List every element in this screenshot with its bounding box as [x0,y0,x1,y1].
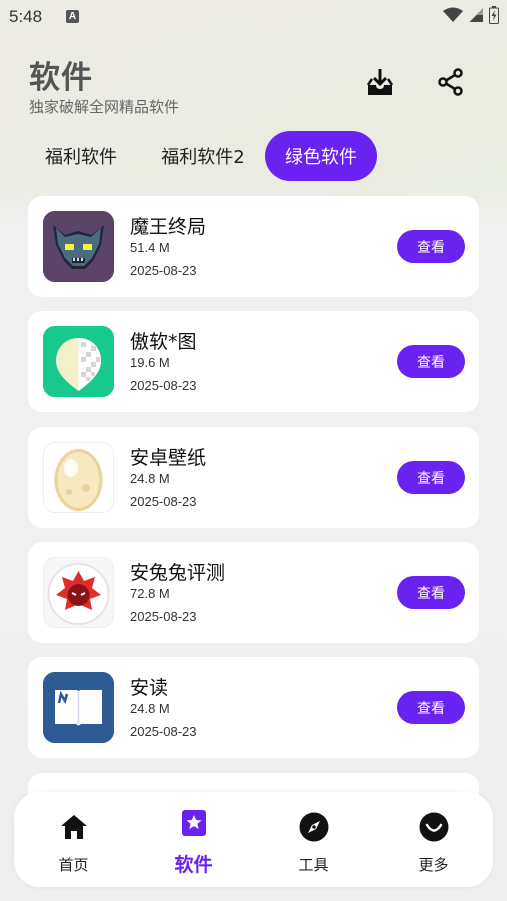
status-time: 5:48 [9,7,43,26]
app-date: 2025-08-23 [130,609,197,624]
app-size: 24.8 M [130,471,170,486]
app-name: 傲软*图 [130,331,197,353]
notification-icon: A [66,10,79,23]
download-tray-icon [366,67,394,101]
smile-icon [419,812,449,842]
compass-icon [299,812,329,842]
egg-app-icon [43,442,114,513]
battery-icon [489,6,499,28]
app-card[interactable]: 安卓壁纸 24.8 M 2025-08-23 查看 [28,427,479,528]
nav-software-label: 软件 [174,854,213,876]
app-date: 2025-08-23 [130,378,197,393]
app-card[interactable]: 安兔兔评测 72.8 M 2025-08-23 查看 [28,542,479,643]
home-icon [59,812,89,842]
star-bookmark-icon [179,808,209,838]
signal-icon [468,7,484,27]
category-tabs: 福利软件 福利软件2 绿色软件 [29,131,377,181]
status-icons [443,6,499,28]
page-subtitle: 独家破解全网精品软件 [29,98,180,116]
share-icon [437,68,465,100]
download-button[interactable] [362,66,398,102]
app-size: 72.8 M [130,586,170,601]
app-date: 2025-08-23 [130,494,197,509]
tab-welfare-software-2[interactable]: 福利软件2 [141,131,265,181]
status-bar: 5:48 A [0,0,507,34]
view-button[interactable]: 查看 [397,691,465,724]
book-app-icon [43,672,114,743]
nav-more[interactable]: 更多 [374,792,493,887]
wifi-icon [443,7,463,27]
view-button[interactable]: 查看 [397,345,465,378]
app-card[interactable]: 傲软*图 19.6 M 2025-08-23 查看 [28,311,479,412]
view-button[interactable]: 查看 [397,461,465,494]
view-button[interactable]: 查看 [397,230,465,263]
cutout-leaf-app-icon [43,326,114,397]
app-date: 2025-08-23 [130,724,197,739]
bottom-nav: 首页 软件 工具 更多 [14,792,493,887]
app-card[interactable]: 魔王终局 51.4 M 2025-08-23 查看 [28,196,479,297]
nav-home-label: 首页 [58,856,89,874]
app-size: 24.8 M [130,701,170,716]
nav-software[interactable]: 软件 [134,792,253,887]
app-name: 安卓壁纸 [130,447,207,469]
demon-mask-app-icon [43,211,114,282]
app-size: 51.4 M [130,240,170,255]
nav-tools-label: 工具 [298,856,329,874]
app-name: 安兔兔评测 [130,562,226,584]
app-name: 安读 [130,677,169,699]
nav-more-label: 更多 [418,856,449,874]
page-title: 软件 [29,60,93,96]
view-button[interactable]: 查看 [397,576,465,609]
tab-welfare-software[interactable]: 福利软件 [29,131,141,181]
app-name: 魔王终局 [130,216,207,238]
tab-green-software[interactable]: 绿色软件 [265,131,377,181]
share-button[interactable] [433,66,469,102]
app-date: 2025-08-23 [130,263,197,278]
antutu-app-icon [43,557,114,628]
app-size: 19.6 M [130,355,170,370]
app-card[interactable]: 安读 24.8 M 2025-08-23 查看 [28,657,479,758]
nav-tools[interactable]: 工具 [254,792,373,887]
nav-home[interactable]: 首页 [14,792,133,887]
